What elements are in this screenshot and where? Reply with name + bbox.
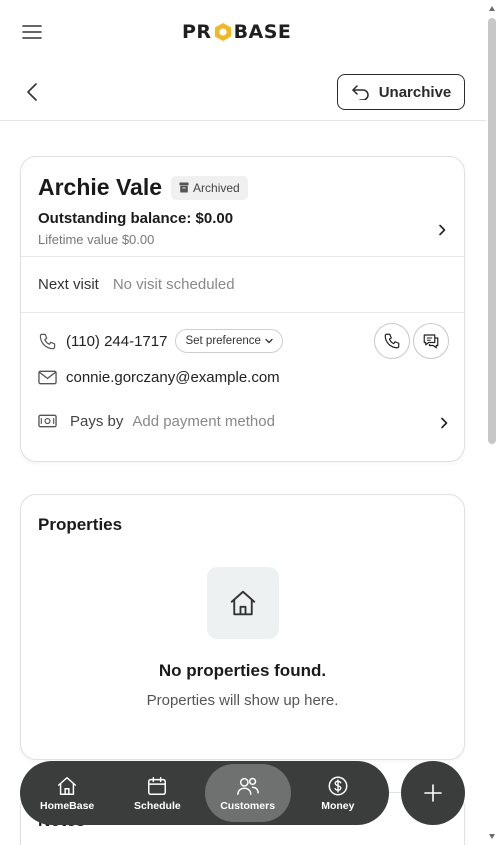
status-badge: Archived [171,175,248,200]
divider [21,256,464,257]
scrollbar-thumb[interactable] [488,18,496,444]
nav-item-schedule[interactable]: Schedule [114,764,200,822]
chevron-down-icon [265,338,273,344]
logo-text-start: PR [182,21,212,43]
dollar-icon [328,776,348,795]
plus-icon [424,784,442,802]
chevron-right-icon [439,224,446,236]
message-button[interactable] [413,323,449,359]
set-preference-button[interactable]: Set preference [175,329,283,353]
nav-item-customers[interactable]: Customers [204,764,291,822]
add-button[interactable] [401,761,465,825]
chevron-left-icon [27,83,37,101]
outstanding-balance[interactable]: Outstanding balance: $0.00 [38,210,233,227]
empty-state-illustration [207,567,279,639]
email-address[interactable]: connie.gorczany@example.com [66,369,280,386]
set-preference-label: Set preference [185,335,261,347]
menu-button[interactable] [18,20,46,44]
hamburger-icon [22,25,42,39]
email-row: connie.gorczany@example.com [38,369,280,386]
balance-chevron[interactable] [438,223,446,241]
next-visit-row: Next visit No visit scheduled [38,276,235,293]
logo-text-end: BASE [233,21,292,43]
payment-method-placeholder: Add payment method [132,413,275,430]
chevron-right-icon [441,417,448,429]
lifetime-value: Lifetime value $0.00 [38,232,155,247]
back-button[interactable] [20,80,44,104]
properties-card: Properties No properties found. Properti… [20,494,465,760]
next-visit-value: No visit scheduled [112,276,235,293]
scroll-up-arrow[interactable] [489,6,495,11]
phone-number[interactable]: (110) 244-1717 [66,333,167,350]
pays-by-label: Pays by [70,413,124,430]
nav-label: HomeBase [39,799,95,812]
logo-hex-icon [213,22,233,42]
empty-state-subtitle: Properties will show up here. [146,692,339,709]
payment-method-row[interactable]: Pays by Add payment method [38,413,449,430]
unarchive-label: Unarchive [378,83,452,101]
nav-label: Money [321,799,355,812]
users-icon [236,777,259,795]
bottom-navigation: HomeBase Schedule Customers Money [20,761,389,825]
payment-chevron [440,416,448,433]
scroll-down-arrow[interactable] [489,834,495,839]
nav-label: Customers [220,799,276,812]
top-bar: PR BASE [0,0,486,64]
mail-icon [38,370,57,385]
divider [21,312,464,313]
customer-name: Archie Vale [38,174,163,200]
action-bar: Unarchive [0,64,486,121]
unarchive-button[interactable]: Unarchive [337,74,465,110]
chat-icon [423,334,439,349]
calendar-icon [148,776,167,795]
empty-state-title: No properties found. [158,661,327,680]
phone-icon [384,333,400,349]
scrollbar[interactable] [487,4,497,841]
next-visit-label: Next visit [38,276,99,293]
customer-details-card: Archie Vale Archived Outstanding balance… [20,156,465,462]
nav-item-homebase[interactable]: HomeBase [24,764,110,822]
home-icon [58,776,77,795]
undo-icon [351,85,369,100]
nav-item-money[interactable]: Money [295,764,381,822]
call-button[interactable] [374,323,410,359]
house-icon [230,590,256,616]
properties-title: Properties [38,515,123,534]
archive-icon [179,182,189,193]
nav-label: Schedule [134,799,181,812]
phone-icon [39,333,56,349]
status-badge-label: Archived [193,180,240,195]
probase-logo[interactable]: PR BASE [182,18,304,46]
phone-row: (110) 244-1717 Set preference [38,322,449,360]
cash-icon [38,414,57,428]
